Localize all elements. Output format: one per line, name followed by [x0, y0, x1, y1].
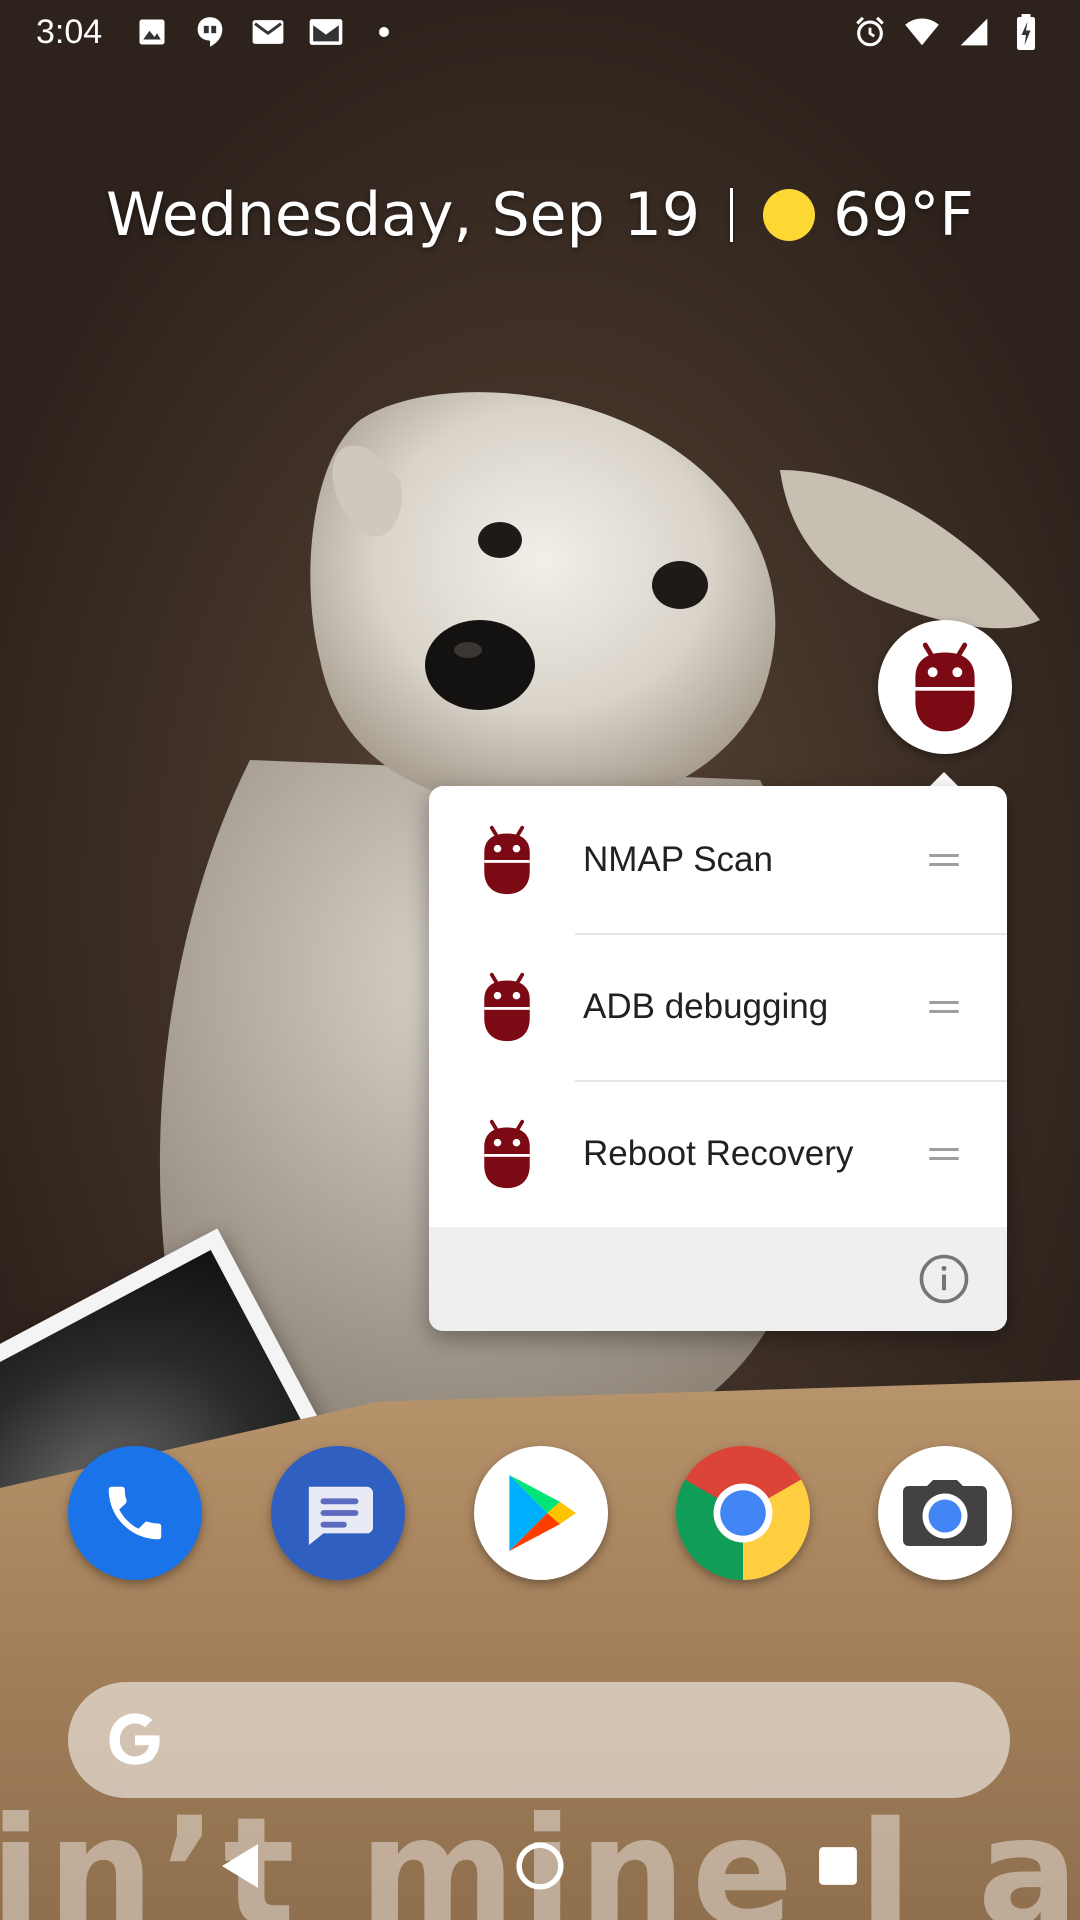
recents-button[interactable] [808, 1836, 868, 1896]
shortcut-label: Reboot Recovery [583, 1133, 854, 1173]
status-bar: 3:04 [0, 0, 1080, 64]
wifi-icon [904, 14, 940, 50]
inbox-icon [308, 14, 344, 50]
messages-icon [308, 1486, 373, 1546]
shortcut-reboot-recovery[interactable]: Reboot Recovery [429, 1080, 1007, 1227]
android-icon [484, 1119, 530, 1188]
sun-icon[interactable] [763, 189, 816, 241]
app-shortcuts-popup: NMAP Scan ADB debugging Reboot Recovery [429, 786, 1007, 1331]
glance-separator [730, 188, 734, 242]
hangouts-icon [192, 14, 228, 50]
alarm-icon [852, 14, 888, 50]
shortcut-label: NMAP Scan [583, 839, 773, 879]
back-icon [222, 1844, 258, 1888]
cell-signal-icon [956, 14, 992, 50]
info-icon[interactable] [917, 1252, 971, 1306]
navigation-bar [0, 1810, 1080, 1920]
drag-handle-icon[interactable] [929, 853, 959, 867]
more-dot-icon [366, 14, 402, 50]
google-search-bar[interactable] [68, 1682, 1010, 1798]
shortcut-adb-debugging[interactable]: ADB debugging [429, 933, 1007, 1080]
glance-date[interactable]: Wednesday, Sep 19 [106, 180, 700, 250]
popup-arrow [930, 772, 958, 786]
battery-charging-icon [1008, 14, 1044, 50]
drag-handle-icon[interactable] [929, 1147, 959, 1161]
at-a-glance-widget[interactable]: Wednesday, Sep 19 69°F [0, 170, 1080, 260]
phone-app[interactable] [68, 1446, 202, 1580]
long-pressed-app-icon[interactable] [878, 620, 1012, 754]
android-icon [915, 642, 975, 732]
photo-notification-icon [134, 14, 170, 50]
glance-temperature[interactable]: 69°F [833, 180, 974, 250]
play-store-app[interactable] [474, 1446, 608, 1580]
recents-icon [819, 1847, 857, 1885]
dock [0, 1446, 1080, 1582]
chrome-app[interactable] [676, 1446, 810, 1580]
phone-icon [108, 1486, 162, 1540]
drag-handle-icon[interactable] [929, 1000, 959, 1014]
status-time: 3:04 [36, 12, 103, 51]
camera-icon [903, 1480, 987, 1546]
chrome-icon [676, 1446, 810, 1580]
camera-app[interactable] [878, 1446, 1012, 1580]
android-icon [484, 825, 530, 894]
google-g-icon[interactable] [102, 1707, 168, 1773]
android-icon [484, 972, 530, 1041]
popup-footer [429, 1227, 1007, 1331]
gmail-icon [250, 14, 286, 50]
home-icon [516, 1842, 564, 1890]
shortcut-label: ADB debugging [583, 986, 829, 1026]
shortcut-nmap-scan[interactable]: NMAP Scan [429, 786, 1007, 933]
back-button[interactable] [210, 1836, 270, 1896]
home-button[interactable] [510, 1836, 570, 1896]
play-store-icon [509, 1475, 576, 1551]
messages-app[interactable] [271, 1446, 405, 1580]
